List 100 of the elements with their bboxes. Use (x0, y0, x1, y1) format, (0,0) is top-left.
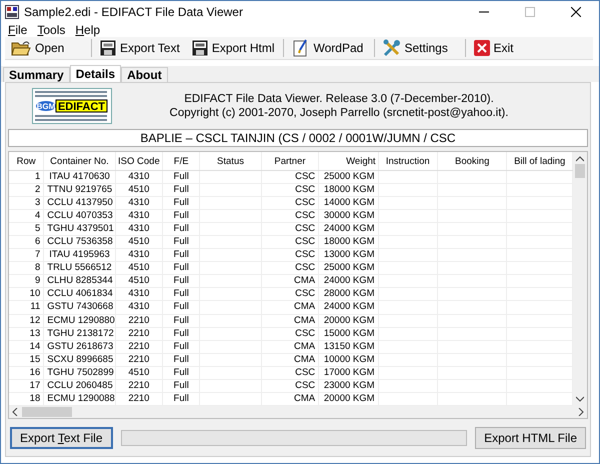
table-cell: 2210 (115, 353, 163, 366)
table-cell: 14 (9, 340, 44, 354)
table-cell: Full (162, 379, 200, 392)
table-cell: 2210 (115, 314, 163, 328)
toolbar-button[interactable]: Export Text (94, 37, 186, 59)
column-header[interactable]: Row (9, 152, 44, 170)
table-cell: 15000 KGM (318, 327, 378, 340)
table-cell: Full (162, 288, 200, 301)
menu-item[interactable]: Help (70, 23, 106, 37)
column-header[interactable]: Status (200, 152, 262, 170)
table-cell: ECMU 1290880 (44, 314, 116, 328)
toolbar-button[interactable]: Export Html (186, 37, 280, 59)
folder-icon (11, 40, 31, 56)
column-header[interactable]: Bill of lading (506, 152, 572, 170)
table-cell: CLHU 8285344 (44, 274, 116, 288)
table-cell: 4310 (115, 170, 163, 184)
table-cell: 24000 KGM (318, 300, 378, 314)
table-cell: CSC (261, 366, 319, 380)
column-header[interactable]: Instruction (378, 152, 438, 170)
column-header[interactable]: F/E (162, 152, 200, 170)
table-cell: 17 (9, 379, 44, 392)
table-cell: 4510 (115, 236, 163, 249)
table-cell: Full (162, 274, 200, 288)
table-cell: 17000 KGM (318, 366, 378, 380)
tab[interactable]: Details (70, 65, 122, 82)
scroll-thumb[interactable] (575, 164, 585, 178)
column-header[interactable]: Partner (261, 152, 319, 170)
table-cell: ITAU 4170630 (44, 170, 116, 184)
table-cell: GSTU 2618673 (44, 340, 116, 354)
toolbar-button[interactable]: Open (5, 37, 89, 59)
table-cell: TGHU 4379501 (44, 222, 116, 236)
table-cell: 4310 (115, 248, 163, 262)
table-cell: CSC (261, 327, 319, 340)
table-cell: Full (162, 248, 200, 262)
table-cell: CMA (261, 300, 319, 314)
tab[interactable]: About (121, 67, 168, 82)
table-cell: CSC (261, 262, 319, 275)
column-header[interactable]: Booking (437, 152, 507, 170)
export-button[interactable]: Export HTML File (475, 427, 586, 449)
table-cell: CMA (261, 340, 319, 354)
table-cell: 1 (9, 170, 44, 184)
table-cell: Full (162, 170, 200, 184)
table-cell: 6 (9, 236, 44, 249)
toolbar-button[interactable]: WordPad (286, 37, 372, 59)
menu-item[interactable]: File (3, 23, 32, 37)
column-header[interactable]: ISO Code (115, 152, 163, 170)
table-cell: 8 (9, 262, 44, 275)
table-cell: 4310 (115, 222, 163, 236)
table-cell: Full (162, 327, 200, 340)
table-cell: 14000 KGM (318, 196, 378, 210)
table-cell: 2210 (115, 340, 163, 354)
table-cell: 15 (9, 353, 44, 366)
table-cell: 4310 (115, 288, 163, 301)
tools-icon (382, 39, 400, 57)
table-cell: 25000 KGM (318, 262, 378, 275)
table-cell: 2210 (115, 379, 163, 392)
tab[interactable]: Summary (3, 67, 70, 82)
column-header[interactable]: Weight (318, 152, 378, 170)
window-title: Sample2.edi - EDIFACT File Data Viewer (24, 5, 244, 19)
scroll-thumb[interactable] (22, 407, 72, 417)
table-cell: 12 (9, 314, 44, 328)
table-cell: 10 (9, 288, 44, 301)
table-cell: CCLU 4137950 (44, 196, 116, 210)
logo-drawing: BGM EDIFACT (32, 88, 112, 124)
table-cell: CSC (261, 288, 319, 301)
table-cell: 7 (9, 248, 44, 262)
table-cell: Full (162, 300, 200, 314)
table-cell: 13 (9, 327, 44, 340)
horizontal-scrollbar[interactable] (9, 406, 587, 418)
table-cell: CSC (261, 222, 319, 236)
table-cell: 16 (9, 366, 44, 380)
table-cell: 24000 KGM (318, 222, 378, 236)
table-cell: CMA (261, 314, 319, 328)
table-cell: Full (162, 184, 200, 197)
table-cell: 4310 (115, 196, 163, 210)
table-cell: 4310 (115, 210, 163, 223)
table-cell: 28000 KGM (318, 288, 378, 301)
table-cell: CMA (261, 353, 319, 366)
table-cell: CSC (261, 184, 319, 197)
vertical-scrollbar[interactable] (573, 152, 587, 406)
table-cell: CSC (261, 379, 319, 392)
table-cell: 11 (9, 300, 44, 314)
export-button[interactable]: Export Text File (10, 427, 112, 449)
message-banner: BAPLIE – CSCL TAINJIN (CS / 0002 / 0001W/JUMN / CSC (8, 129, 588, 147)
table-cell: 13150 KGM (318, 340, 378, 354)
table-cell: CSC (261, 196, 319, 210)
scroll-left-icon[interactable] (12, 408, 18, 416)
column-header[interactable]: Container No. (44, 152, 116, 170)
table-cell: 24000 KGM (318, 274, 378, 288)
scroll-up-icon[interactable] (576, 156, 584, 162)
table-cell: 18000 KGM (318, 184, 378, 197)
table-cell: 3 (9, 196, 44, 210)
toolbar-button[interactable]: Settings (376, 37, 462, 59)
scroll-down-icon[interactable] (576, 396, 584, 402)
app-icon (5, 5, 19, 19)
scroll-right-icon[interactable] (578, 408, 584, 416)
toolbar-button[interactable]: Exit (468, 37, 520, 59)
table-cell: TTNU 9219765 (44, 184, 116, 197)
menu-item[interactable]: Tools (32, 23, 70, 37)
table-cell: 30000 KGM (318, 210, 378, 223)
